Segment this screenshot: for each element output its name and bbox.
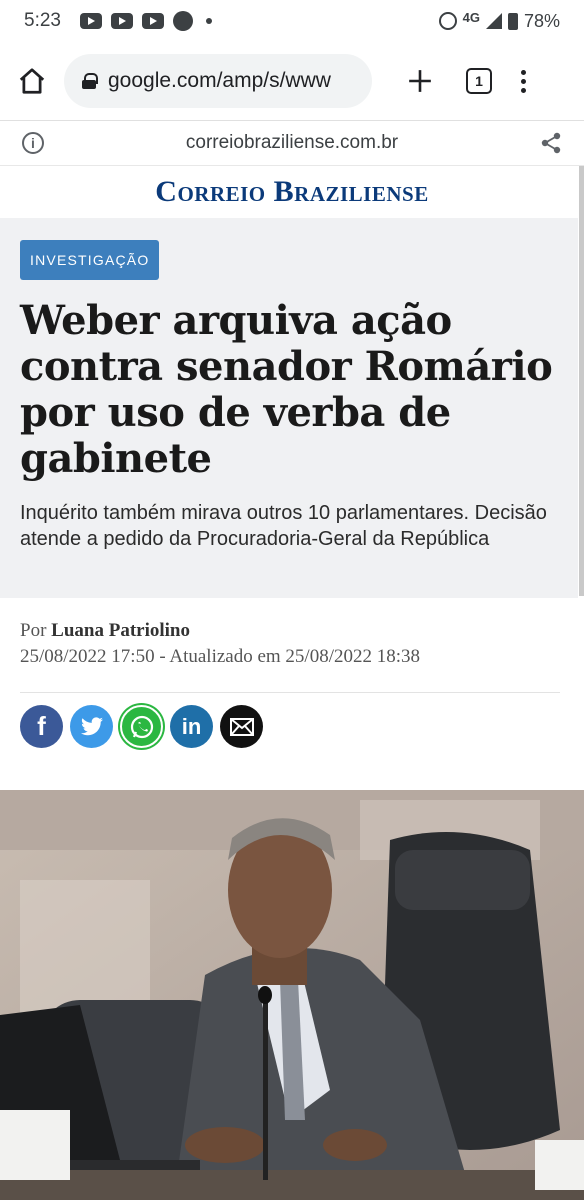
browser-toolbar: google.com/amp/s/www 1	[0, 42, 584, 120]
signal-icon	[485, 13, 502, 29]
by-prefix: Por	[20, 620, 47, 641]
url-text: google.com/amp/s/www	[108, 69, 331, 92]
youtube-notification-icon	[141, 13, 164, 29]
author-name[interactable]: Luana Patriolino	[51, 620, 190, 641]
senate-hearing-photo	[0, 790, 584, 1200]
byline-author-line: Por Luana Patriolino	[20, 620, 560, 642]
home-button[interactable]	[12, 61, 52, 101]
share-glyph-icon	[541, 132, 561, 154]
tab-switcher-button[interactable]: 1	[466, 68, 492, 94]
twitter-share-button[interactable]	[70, 705, 113, 748]
menu-dot-icon	[520, 69, 526, 75]
browser-menu-button[interactable]	[520, 69, 526, 93]
site-header: Correio Braziliense	[0, 166, 584, 218]
byline: Por Luana Patriolino 25/08/2022 17:50 - …	[20, 620, 560, 668]
new-tab-button[interactable]	[400, 61, 440, 101]
article-header: INVESTIGAÇÃO Weber arquiva ação contra s…	[0, 218, 578, 598]
battery-icon	[507, 12, 518, 30]
category-tag[interactable]: INVESTIGAÇÃO	[20, 240, 160, 280]
message-notification-icon	[172, 11, 193, 31]
facebook-share-button[interactable]: f	[20, 705, 63, 748]
article-subtitle: Inquérito também mirava outros 10 parlam…	[20, 502, 547, 550]
email-share-button[interactable]	[220, 705, 263, 748]
home-icon	[19, 68, 45, 94]
email-icon	[229, 717, 254, 736]
source-domain[interactable]: correiobraziliense.com.br	[44, 132, 540, 154]
info-icon[interactable]: i	[22, 132, 44, 154]
menu-dot-icon	[520, 87, 526, 93]
menu-dot-icon	[520, 78, 526, 84]
youtube-notification-icon	[110, 13, 133, 29]
youtube-notification-icon	[79, 13, 102, 29]
whatsapp-icon	[130, 715, 153, 738]
lock-icon	[82, 73, 98, 89]
network-type: 4G	[462, 9, 480, 25]
status-bar: 5:23 4G 78%	[0, 0, 584, 42]
share-icon[interactable]	[540, 132, 562, 154]
article-headline: Weber arquiva ação contra senador Romári…	[20, 297, 553, 482]
address-bar[interactable]: google.com/amp/s/www	[64, 54, 372, 108]
article-photo[interactable]	[0, 790, 584, 1200]
alarm-icon	[438, 12, 457, 30]
scrollbar[interactable]	[579, 166, 584, 596]
share-buttons: f in	[20, 705, 263, 748]
more-notifications-dot-icon	[205, 18, 212, 24]
whatsapp-share-button[interactable]	[120, 705, 163, 748]
amp-source-bar: i correiobraziliense.com.br	[0, 120, 584, 166]
linkedin-share-button[interactable]: in	[170, 705, 213, 748]
status-time: 5:23	[24, 10, 61, 31]
twitter-icon	[80, 716, 103, 735]
site-logo[interactable]: Correio Braziliense	[155, 175, 428, 209]
plus-icon	[409, 70, 431, 92]
battery-percent: 78%	[523, 10, 560, 31]
divider	[20, 692, 560, 693]
publish-dates: 25/08/2022 17:50 - Atualizado em 25/08/2…	[20, 646, 421, 667]
